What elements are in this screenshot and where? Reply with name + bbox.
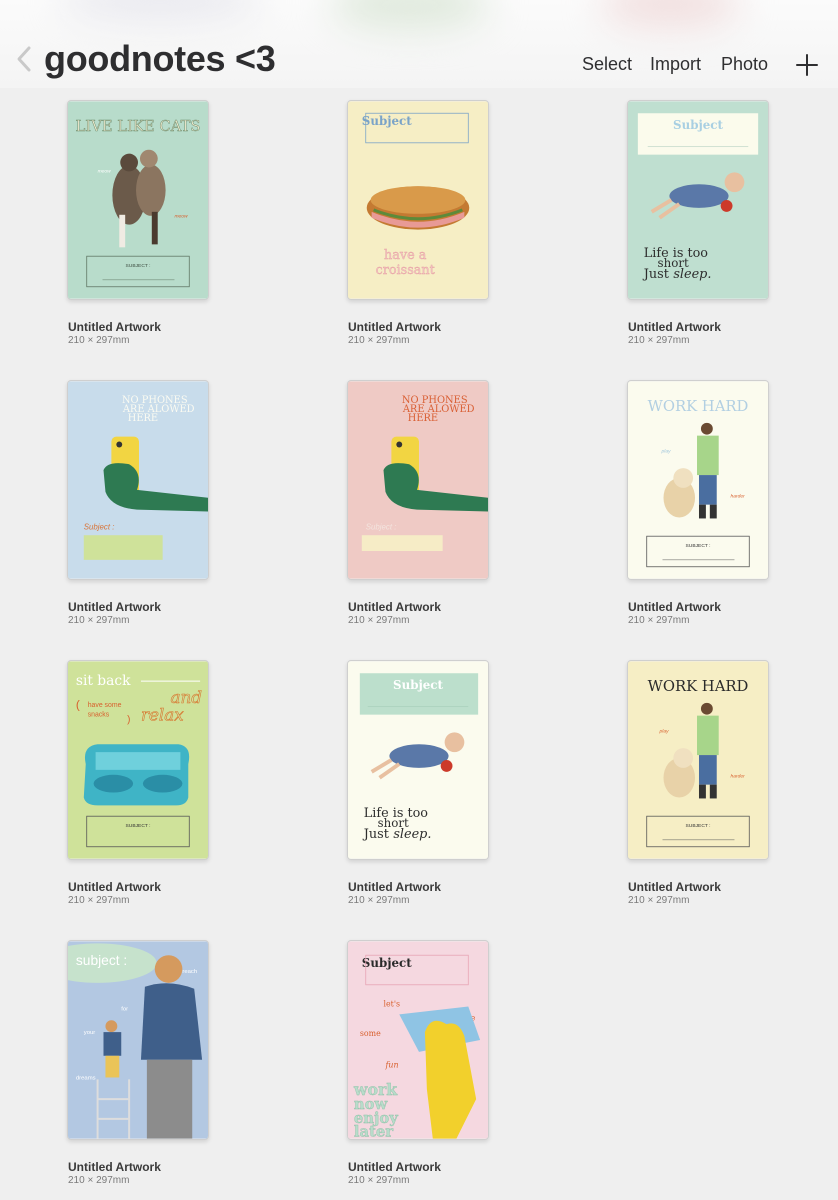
artwork-size: 210 × 297mm <box>68 335 130 346</box>
artwork-size: 210 × 297mm <box>68 1175 130 1186</box>
cover-quote: sleep. <box>393 827 431 842</box>
artwork-thumbnail[interactable]: Subject Life is too short Just sleep. <box>347 660 489 860</box>
artwork-size: 210 × 297mm <box>348 335 410 346</box>
cover-heading: WORK HARD <box>648 678 749 695</box>
cover-note: harder <box>731 494 746 500</box>
artwork-thumbnail[interactable]: subject : reach for your dreams <box>67 940 209 1140</box>
cover-subject: SUBJECT : <box>686 823 711 829</box>
artwork-size: 210 × 297mm <box>628 895 690 906</box>
artwork-title: Untitled Artwork <box>628 880 721 894</box>
artwork-title: Untitled Artwork <box>68 1160 161 1174</box>
cover-subject: SUBJECT : <box>686 543 711 549</box>
cover-note: ( <box>76 698 80 712</box>
top-navigation-bar: goodnotes <3 Select Import Photo <box>0 0 838 88</box>
artwork-size: 210 × 297mm <box>628 335 690 346</box>
artwork-thumbnail[interactable]: WORK HARD play harder SUBJECT : <box>627 660 769 860</box>
cover-note: meow <box>98 169 112 174</box>
cover-phrase: have a <box>384 248 427 263</box>
cover-heading: HERE <box>128 413 158 424</box>
cover-note: play <box>659 728 670 734</box>
blurred-background-shape <box>330 0 490 30</box>
cover-quote: Just <box>362 827 390 842</box>
cover-note: fun <box>384 1061 398 1070</box>
cover-heading: Subject <box>362 956 412 970</box>
cover-note: meow <box>174 215 188 220</box>
cover-subject: Subject : <box>84 522 115 531</box>
photo-button[interactable]: Photo <box>721 54 768 75</box>
artwork-title: Untitled Artwork <box>348 880 441 894</box>
artwork-size: 210 × 297mm <box>628 615 690 626</box>
cover-heading: HERE <box>408 413 438 424</box>
cover-phrase: later <box>354 1124 393 1139</box>
cover-subject: SUBJECT : <box>126 823 151 829</box>
artwork-thumbnail[interactable]: NO PHONES ARE ALOWED HERE Subject : <box>67 380 209 580</box>
cover-heading: relax <box>141 705 184 725</box>
artwork-title: Untitled Artwork <box>68 600 161 614</box>
cover-heading: Subject <box>393 678 443 692</box>
cover-note: snacks <box>88 712 110 719</box>
blurred-background-shape <box>600 0 740 27</box>
artwork-size: 210 × 297mm <box>68 615 130 626</box>
blurred-background-shape <box>60 0 260 20</box>
cover-note: ) <box>127 715 130 726</box>
cover-heading: Subject <box>673 118 723 132</box>
page-title: goodnotes <3 <box>44 38 276 79</box>
cover-heading: subject : <box>76 953 127 968</box>
artwork-size: 210 × 297mm <box>348 615 410 626</box>
artwork-title: Untitled Artwork <box>628 320 721 334</box>
cover-note: dreams <box>76 1075 96 1081</box>
artwork-size: 210 × 297mm <box>348 895 410 906</box>
cover-quote: Just <box>642 267 670 282</box>
artwork-title: Untitled Artwork <box>68 880 161 894</box>
select-button[interactable]: Select <box>582 54 632 75</box>
cover-heading: Subject <box>362 114 412 128</box>
artwork-thumbnail[interactable]: Subject let's have some fun work now enj… <box>347 940 489 1140</box>
artwork-thumbnail[interactable]: LIVE LIKE CATS meow meow SUBJECT : <box>67 100 209 300</box>
cover-subject: SUBJECT : <box>126 263 151 269</box>
artwork-size: 210 × 297mm <box>68 895 130 906</box>
artwork-thumbnail[interactable]: Subject have a croissant <box>347 100 489 300</box>
artwork-title: Untitled Artwork <box>628 600 721 614</box>
cover-heading: LIVE LIKE CATS <box>75 118 200 135</box>
artwork-thumbnail[interactable]: sit back and relax ( have some snacks ) … <box>67 660 209 860</box>
artwork-size: 210 × 297mm <box>348 1175 410 1186</box>
artwork-title: Untitled Artwork <box>348 320 441 334</box>
cover-subject: Subject : <box>366 522 397 531</box>
cover-note: for <box>121 1006 128 1012</box>
cover-note: harder <box>731 774 746 780</box>
cover-phrase: croissant <box>376 263 436 278</box>
back-chevron-icon[interactable] <box>14 44 36 74</box>
cover-note: let's <box>383 999 400 1008</box>
cover-heading: WORK HARD <box>648 398 749 415</box>
cover-note: play <box>661 448 672 454</box>
cover-heading: sit back <box>76 673 131 689</box>
artwork-thumbnail[interactable]: WORK HARD play harder SUBJECT : <box>627 380 769 580</box>
artwork-thumbnail[interactable]: Subject Life is too short Just sleep. <box>627 100 769 300</box>
artwork-title: Untitled Artwork <box>68 320 161 334</box>
artwork-title: Untitled Artwork <box>348 1160 441 1174</box>
cover-note: reach <box>182 969 197 975</box>
import-button[interactable]: Import <box>650 54 701 75</box>
add-icon[interactable] <box>794 52 820 78</box>
artwork-title: Untitled Artwork <box>348 600 441 614</box>
artwork-thumbnail[interactable]: NO PHONES ARE ALOWED HERE Subject : <box>347 380 489 580</box>
cover-quote: sleep. <box>673 267 711 282</box>
cover-note: your <box>84 1030 96 1036</box>
cover-note: some <box>360 1029 381 1038</box>
cover-note: have some <box>88 702 122 709</box>
